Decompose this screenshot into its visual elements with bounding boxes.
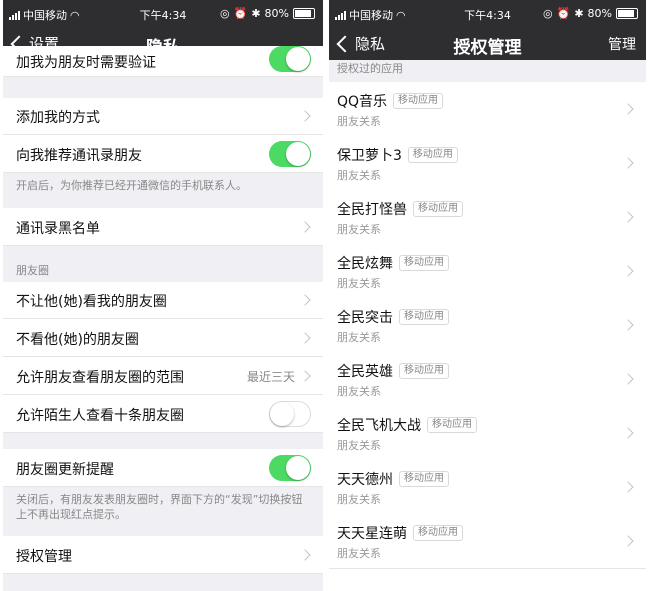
app-name: 天天德州 — [337, 472, 393, 488]
add-me-row[interactable]: 添加我的方式 — [3, 98, 323, 135]
app-type-badge: 移动应用 — [399, 255, 449, 271]
manage-button[interactable]: 管理 — [608, 34, 636, 54]
chevron-right-icon — [622, 373, 634, 385]
list-item[interactable]: 全民英雄 移动应用朋友关系 — [329, 352, 646, 407]
list-item[interactable]: 天天德州 移动应用朋友关系 — [329, 460, 646, 515]
hide-moments-row[interactable]: 不让他(她)看我的朋友圈 — [3, 282, 323, 319]
moments-range-row[interactable]: 允许朋友查看朋友圈的范围 最近三天 — [3, 357, 323, 395]
app-name: 全民突击 — [337, 310, 393, 326]
stranger-ten-moments-row[interactable]: 允许陌生人查看十条朋友圈 — [3, 395, 323, 433]
privacy-screen: 中国移动 ◠ 下午4:34 ◎ ⏰ ✱ 80% 设置 隐私 加我为朋友时需要验证 — [3, 0, 323, 591]
bluetooth-icon: ✱ — [251, 7, 261, 20]
recommend-note: 开启后，为你推荐已经开通微信的手机联系人。 — [16, 179, 247, 192]
list-item[interactable]: 全民打怪兽 移动应用朋友关系 — [329, 190, 646, 245]
app-type-badge: 移动应用 — [399, 471, 449, 487]
chevron-right-icon — [622, 157, 634, 169]
battery-percent: 80% — [587, 7, 612, 20]
app-type-badge: 移动应用 — [407, 147, 458, 163]
authorized-apps-header: 授权过的应用 — [337, 62, 403, 75]
chevron-right-icon — [299, 110, 311, 122]
stranger-toggle[interactable] — [269, 401, 311, 427]
app-permission-scope: 朋友关系 — [337, 385, 381, 398]
app-type-badge: 移动应用 — [413, 525, 463, 541]
app-name: 保卫萝卜3 — [337, 148, 402, 164]
verify-toggle[interactable] — [269, 46, 311, 72]
blacklist-row[interactable]: 通讯录黑名单 — [3, 208, 323, 246]
update-reminder-note: 关闭后，有朋友发表朋友圈时，界面下方的“发现”切换按钮上不再出现红点提示。 — [16, 493, 303, 521]
battery-percent: 80% — [264, 7, 289, 20]
app-name: 全民炫舞 — [337, 256, 393, 272]
status-bar: 中国移动 ◠ 下午4:34 ◎ ⏰ ✱ 80% — [329, 0, 646, 26]
app-permission-scope: 朋友关系 — [337, 493, 381, 506]
app-permission-scope: 朋友关系 — [337, 277, 381, 290]
authorization-management-row[interactable]: 授权管理 — [3, 536, 323, 574]
chevron-right-icon — [622, 319, 634, 331]
chevron-right-icon — [299, 549, 311, 561]
app-type-badge: 移动应用 — [393, 93, 444, 109]
chevron-right-icon — [622, 265, 634, 277]
chevron-right-icon — [299, 294, 311, 306]
app-permission-scope: 朋友关系 — [337, 169, 381, 182]
list-item[interactable]: 天天星连萌 移动应用朋友关系 — [329, 514, 646, 569]
moments-update-reminder-row[interactable]: 朋友圈更新提醒 — [3, 449, 323, 487]
chevron-right-icon — [622, 535, 634, 547]
update-reminder-toggle[interactable] — [269, 455, 311, 481]
app-name: 全民英雄 — [337, 364, 393, 380]
alarm-icon: ⏰ — [556, 7, 571, 20]
app-name: 全民飞机大战 — [337, 418, 421, 434]
app-permission-scope: 朋友关系 — [337, 439, 381, 452]
alarm-icon: ⏰ — [233, 7, 248, 20]
chevron-right-icon — [299, 370, 311, 382]
chevron-right-icon — [299, 221, 311, 233]
status-bar: 中国移动 ◠ 下午4:34 ◎ ⏰ ✱ 80% — [3, 0, 323, 26]
list-item[interactable]: QQ音乐 移动应用 朋友关系 — [329, 82, 646, 137]
page-title: 授权管理 — [453, 38, 522, 58]
list-item[interactable]: 全民飞机大战 移动应用朋友关系 — [329, 406, 646, 461]
app-permission-scope: 朋友关系 — [337, 331, 381, 344]
battery-icon — [616, 8, 638, 19]
recommend-contacts-row[interactable]: 向我推荐通讯录朋友 — [3, 135, 323, 173]
app-name: 天天星连萌 — [337, 526, 407, 542]
chevron-right-icon — [622, 427, 634, 439]
chevron-right-icon — [622, 211, 634, 223]
lock-rotation-icon: ◎ — [543, 7, 553, 20]
app-name: 全民打怪兽 — [337, 202, 407, 218]
chevron-right-icon — [299, 332, 311, 344]
chevron-right-icon — [622, 481, 634, 493]
app-type-badge: 移动应用 — [399, 363, 449, 379]
list-item[interactable]: 全民炫舞 移动应用朋友关系 — [329, 244, 646, 299]
app-type-badge: 移动应用 — [399, 309, 449, 325]
battery-icon — [293, 8, 315, 19]
moments-section-header: 朋友圈 — [16, 264, 49, 277]
list-item[interactable]: 保卫萝卜3 移动应用朋友关系 — [329, 136, 646, 191]
recommend-toggle[interactable] — [269, 141, 311, 167]
list-item[interactable]: 全民突击 移动应用朋友关系 — [329, 298, 646, 353]
app-permission-scope: 朋友关系 — [337, 547, 381, 560]
chevron-right-icon — [622, 103, 634, 115]
app-permission-scope: 朋友关系 — [337, 223, 381, 236]
authorization-screen: 中国移动 ◠ 下午4:34 ◎ ⏰ ✱ 80% 隐私 授权管理 管理 授权过的应… — [329, 0, 646, 591]
nav-bar: 中国移动 ◠ 下午4:34 ◎ ⏰ ✱ 80% 隐私 授权管理 管理 — [329, 0, 646, 60]
app-name: QQ音乐 — [337, 94, 388, 110]
app-permission-scope: 朋友关系 — [337, 115, 381, 128]
app-type-badge: 移动应用 — [413, 201, 463, 217]
bluetooth-icon: ✱ — [574, 7, 584, 20]
app-type-badge: 移动应用 — [427, 417, 477, 433]
lock-rotation-icon: ◎ — [220, 7, 230, 20]
not-see-moments-row[interactable]: 不看他(她)的朋友圈 — [3, 319, 323, 357]
range-value: 最近三天 — [246, 370, 295, 384]
verify-row[interactable]: 加我为朋友时需要验证 — [3, 46, 323, 77]
